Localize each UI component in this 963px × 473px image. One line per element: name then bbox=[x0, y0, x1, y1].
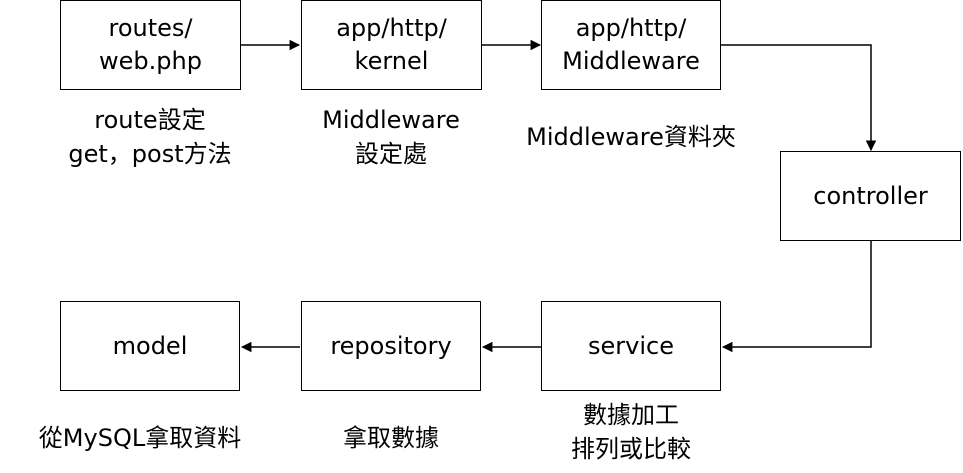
node-model-label: model bbox=[112, 331, 188, 360]
node-routes: routes/ web.php bbox=[60, 0, 241, 90]
note-service: 數據加工 排列或比較 bbox=[571, 401, 691, 463]
node-controller-label: controller bbox=[813, 181, 928, 210]
note-repository: 拿取數據 bbox=[343, 424, 439, 452]
note-middleware: Middleware資料夾 bbox=[526, 123, 736, 151]
flow-diagram: routes/ web.php app/http/ kernel app/htt… bbox=[0, 0, 963, 473]
note-routes: route設定 get，post方法 bbox=[68, 106, 232, 168]
note-kernel: Middleware 設定處 bbox=[322, 106, 460, 168]
node-routes-label: routes/ web.php bbox=[99, 14, 202, 75]
node-middleware-label: app/http/ Middleware bbox=[562, 14, 700, 75]
arrow-controller-to-service bbox=[721, 241, 872, 353]
node-kernel-label: app/http/ kernel bbox=[336, 14, 447, 75]
node-service-label: service bbox=[588, 331, 674, 360]
node-kernel: app/http/ kernel bbox=[301, 0, 482, 90]
node-repository: repository bbox=[301, 301, 481, 391]
node-service: service bbox=[541, 301, 721, 391]
node-middleware: app/http/ Middleware bbox=[541, 0, 721, 90]
note-model: 從MySQL拿取資料 bbox=[38, 424, 242, 452]
node-controller: controller bbox=[780, 151, 961, 241]
node-model: model bbox=[60, 301, 240, 391]
node-repository-label: repository bbox=[330, 331, 452, 360]
